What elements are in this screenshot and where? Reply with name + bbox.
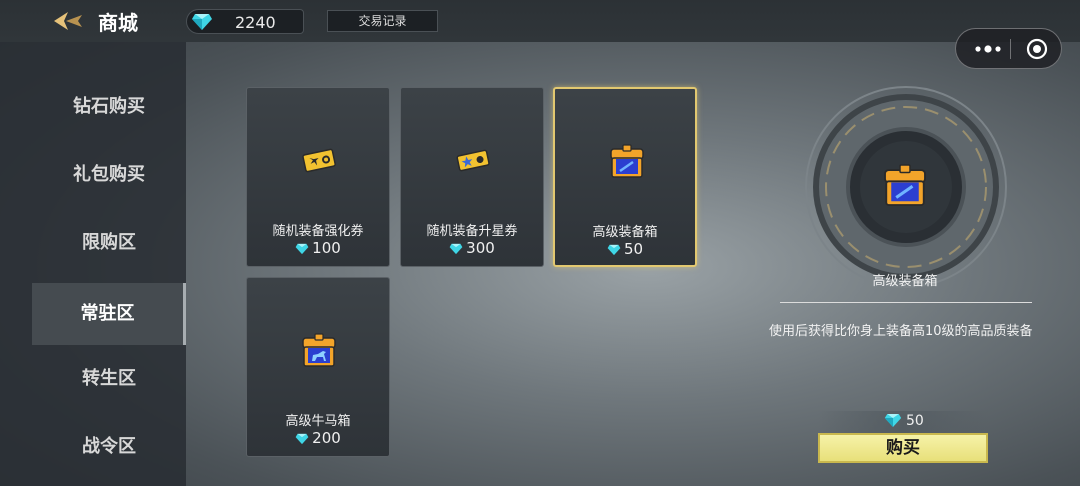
transaction-record-button[interactable]: 交易记录 <box>327 10 438 32</box>
product-price-value: 300 <box>466 239 495 257</box>
equipment-chest-icon <box>607 141 647 181</box>
product-card[interactable]: 随机装备升星券 300 <box>400 87 544 267</box>
divider <box>780 302 1032 303</box>
sidebar-item-rebirth[interactable]: 转生区 <box>32 348 186 410</box>
detail-price: 50 <box>884 413 924 429</box>
product-name: 随机装备强化券 <box>272 224 364 239</box>
ticket-icon <box>299 140 339 180</box>
product-price-value: 200 <box>312 429 341 447</box>
sidebar-item-limited[interactable]: 限购区 <box>32 212 186 274</box>
capsule-divider <box>1010 39 1011 59</box>
detail-item-name: 高级装备箱 <box>872 274 938 289</box>
page-title: 商城 <box>98 11 138 35</box>
product-price: 300 <box>401 239 543 257</box>
diamond-icon <box>607 244 621 256</box>
horse-chest-icon <box>299 330 339 370</box>
buy-button[interactable]: 购买 <box>818 433 988 463</box>
diamond-icon <box>884 413 902 428</box>
product-card[interactable]: 高级牛马箱 200 <box>246 277 390 457</box>
product-name: 高级牛马箱 <box>285 414 351 429</box>
diamond-icon <box>191 13 213 31</box>
back-arrow-icon[interactable] <box>52 9 86 33</box>
product-price: 50 <box>555 240 695 258</box>
mini-program-capsule <box>955 28 1062 69</box>
equipment-chest-icon <box>880 160 930 210</box>
sidebar-item-battle-pass[interactable]: 战令区 <box>32 416 186 478</box>
diamond-balance: 2240 <box>186 9 304 34</box>
product-card-selected[interactable]: 高级装备箱 50 <box>553 87 697 267</box>
category-sidebar: 钻石购买 礼包购买 限购区 常驻区 转生区 战令区 <box>0 42 186 486</box>
product-price-value: 100 <box>312 239 341 257</box>
sidebar-item-diamond-purchase[interactable]: 钻石购买 <box>32 76 186 138</box>
product-card[interactable]: 随机装备强化券 100 <box>246 87 390 267</box>
sidebar-item-gift-pack[interactable]: 礼包购买 <box>32 144 186 206</box>
detail-description: 使用后获得比你身上装备高10级的高品质装备 <box>769 324 1033 339</box>
diamond-icon <box>295 243 309 255</box>
more-icon[interactable] <box>970 40 1006 58</box>
detail-price-value: 50 <box>906 413 924 429</box>
product-price: 100 <box>247 239 389 257</box>
close-target-icon[interactable] <box>1026 38 1048 60</box>
diamond-icon <box>449 243 463 255</box>
product-name: 随机装备升星券 <box>426 224 518 239</box>
product-name: 高级装备箱 <box>592 225 658 240</box>
sidebar-item-permanent[interactable]: 常驻区 <box>32 283 186 345</box>
diamond-icon <box>295 433 309 445</box>
diamond-amount: 2240 <box>235 13 276 32</box>
top-bar: 商城 2240 交易记录 <box>0 0 1080 42</box>
product-price: 200 <box>247 429 389 447</box>
product-price-value: 50 <box>623 240 644 258</box>
star-ticket-icon <box>453 140 493 180</box>
